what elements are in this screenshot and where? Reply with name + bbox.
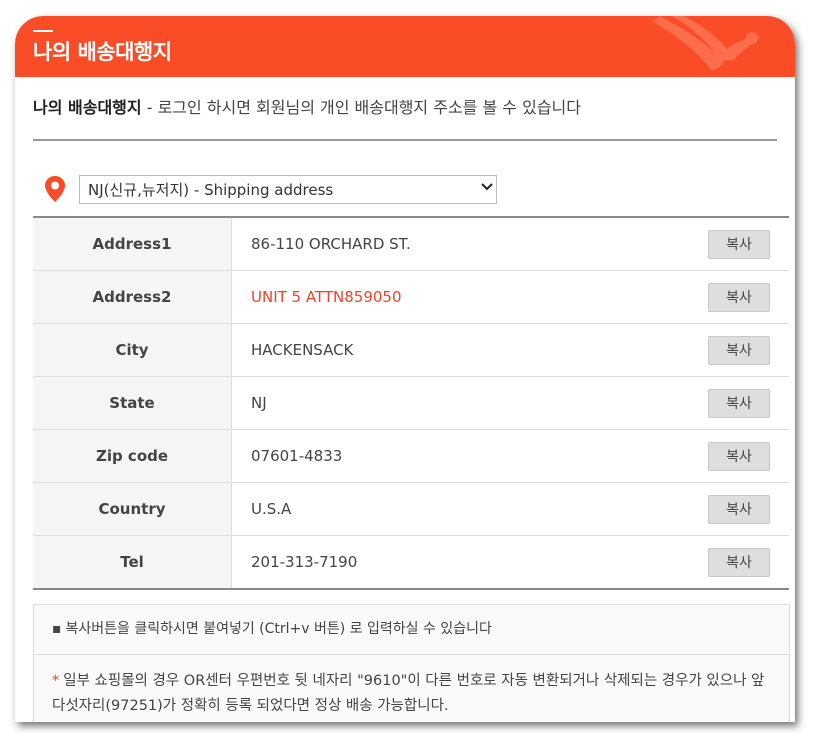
copy-country-button[interactable]: 복사 — [708, 494, 770, 524]
zipcode-warning-note: * 일부 쇼핑몰의 경우 OR센터 우편번호 뒷 네자리 "9610"이 다른 번… — [34, 655, 789, 722]
address-selector-row: NJ(신규,뉴저지) - Shipping address — [15, 141, 795, 216]
page-title: 나의 배송대행지 — [33, 40, 172, 64]
table-row: Country U.S.A 복사 — [33, 482, 789, 536]
copy-state-button[interactable]: 복사 — [708, 388, 770, 418]
address-card: 나의 배송대행지 나의 배송대행지 - 로그인 하시면 회원님의 개인 배송대행… — [15, 16, 795, 722]
copy-help-note: ▪ 복사버튼을 클릭하시면 붙여넣기 (Ctrl+v 버튼) 로 입력하실 수 있… — [34, 605, 789, 655]
intro-description: - 로그인 하시면 회원님의 개인 배송대행지 주소를 볼 수 있습니다 — [141, 98, 581, 117]
header-accent-line — [33, 30, 53, 32]
table-row: Address2 UNIT 5 ATTN859050 복사 — [33, 270, 789, 324]
chevron-down-icon — [481, 183, 493, 191]
intro-title: 나의 배송대행지 — [33, 98, 142, 117]
table-row: State NJ 복사 — [33, 376, 789, 430]
row-label: Zip code — [33, 429, 232, 483]
copy-address1-button[interactable]: 복사 — [708, 229, 770, 259]
notes-box: ▪ 복사버튼을 클릭하시면 붙여넣기 (Ctrl+v 버튼) 로 입력하실 수 있… — [33, 604, 790, 722]
row-label: Address2 — [33, 270, 232, 324]
intro-text: 나의 배송대행지 - 로그인 하시면 회원님의 개인 배송대행지 주소를 볼 수… — [33, 77, 777, 141]
table-row: City HACKENSACK 복사 — [33, 323, 789, 377]
row-value: UNIT 5 ATTN859050 — [231, 270, 707, 324]
copy-tel-button[interactable]: 복사 — [708, 547, 770, 577]
copy-city-button[interactable]: 복사 — [708, 335, 770, 365]
address-table: Address1 86-110 ORCHARD ST. 복사 Address2 … — [33, 216, 789, 590]
address-select[interactable]: NJ(신규,뉴저지) - Shipping address — [79, 175, 497, 204]
row-label: State — [33, 376, 232, 430]
header-bar: 나의 배송대행지 — [15, 16, 795, 77]
location-pin-icon — [45, 176, 65, 202]
row-value: HACKENSACK — [231, 323, 707, 377]
row-value: 86-110 ORCHARD ST. — [231, 217, 707, 271]
asterisk-mark: * — [52, 673, 60, 689]
row-value: NJ — [231, 376, 707, 430]
copy-address2-button[interactable]: 복사 — [708, 282, 770, 312]
copy-zip-button[interactable]: 복사 — [708, 441, 770, 471]
copy-help-text: 복사버튼을 클릭하시면 붙여넣기 (Ctrl+v 버튼) 로 입력하실 수 있습… — [65, 621, 492, 637]
row-label: City — [33, 323, 232, 377]
row-value: 07601-4833 — [231, 429, 707, 483]
table-row: Tel 201-313-7190 복사 — [33, 535, 789, 589]
zipcode-warning-text: 일부 쇼핑몰의 경우 OR센터 우편번호 뒷 네자리 "9610"이 다른 번호… — [52, 673, 765, 714]
bullet-icon: ▪ — [52, 621, 62, 637]
row-value: U.S.A — [231, 482, 707, 536]
row-label: Country — [33, 482, 232, 536]
row-label: Address1 — [33, 217, 232, 271]
table-row: Address1 86-110 ORCHARD ST. 복사 — [33, 217, 789, 271]
row-value: 201-313-7190 — [251, 553, 358, 571]
table-row: Zip code 07601-4833 복사 — [33, 429, 789, 483]
row-label: Tel — [33, 535, 232, 589]
bird-logo-icon — [652, 16, 760, 71]
